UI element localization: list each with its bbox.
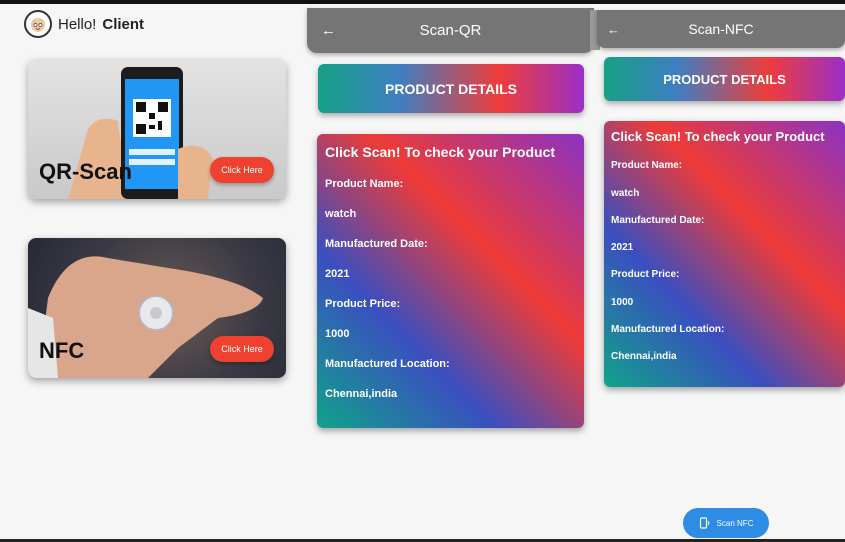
nfc-date-value: 2021 bbox=[611, 242, 634, 253]
greeting-text: Hello! bbox=[58, 15, 97, 33]
nfc-click-here-button[interactable]: Click Here bbox=[210, 336, 274, 362]
scan-nfc-title: Scan-NFC bbox=[688, 21, 754, 37]
nfc-product-name-label: Product Name: bbox=[611, 160, 683, 171]
scan-nfc-button[interactable]: Scan NFC bbox=[683, 508, 769, 538]
scan-nfc-label: Scan NFC bbox=[716, 518, 754, 528]
nfc-info-heading: Click Scan! To check your Product bbox=[611, 129, 825, 144]
nfc-product-name-value: watch bbox=[611, 188, 640, 199]
qr-click-here-button[interactable]: Click Here bbox=[210, 157, 274, 183]
qr-location-label: Manufactured Location: bbox=[325, 358, 450, 370]
nfc-location-value: Chennai,india bbox=[611, 351, 677, 362]
nfc-date-label: Manufactured Date: bbox=[611, 215, 705, 226]
top-border bbox=[0, 0, 845, 4]
qr-location-value: Chennai,india bbox=[325, 388, 398, 400]
qr-date-value: 2021 bbox=[325, 268, 350, 280]
avatar[interactable] bbox=[24, 10, 52, 38]
qr-product-name-value: watch bbox=[325, 208, 357, 220]
nfc-card[interactable]: NFC Click Here bbox=[28, 238, 286, 378]
nfc-label: NFC bbox=[39, 338, 85, 363]
nfc-product-info-card: Click Scan! To check your Product Produc… bbox=[604, 121, 845, 387]
nfc-price-label: Product Price: bbox=[611, 269, 680, 280]
nfc-price-value: 1000 bbox=[611, 297, 634, 308]
qr-date-label: Manufactured Date: bbox=[325, 238, 428, 250]
qr-product-info-card: Click Scan! To check your Product Produc… bbox=[317, 134, 584, 428]
qr-info-heading: Click Scan! To check your Product bbox=[325, 144, 556, 160]
user-name: Client bbox=[102, 15, 145, 33]
greeting-header: Hello! Client bbox=[24, 10, 144, 38]
qr-product-name-label: Product Name: bbox=[325, 178, 404, 190]
scan-qr-appbar: ← Scan-QR bbox=[307, 8, 594, 53]
qr-price-label: Product Price: bbox=[325, 298, 401, 310]
nfc-location-label: Manufactured Location: bbox=[611, 324, 725, 335]
back-arrow-icon[interactable]: ← bbox=[607, 22, 620, 37]
nfc-product-details-banner: PRODUCT DETAILS bbox=[604, 57, 845, 101]
nfc-phone-icon bbox=[699, 517, 709, 529]
qr-scan-label: QR-Scan bbox=[39, 159, 132, 184]
back-arrow-icon[interactable]: ← bbox=[321, 22, 336, 39]
qr-product-details-banner: PRODUCT DETAILS bbox=[318, 64, 584, 113]
qr-price-value: 1000 bbox=[325, 328, 350, 340]
face-icon bbox=[31, 18, 45, 32]
scan-nfc-appbar: ← Scan-NFC bbox=[597, 10, 845, 48]
qr-scan-card[interactable]: QR-Scan Click Here bbox=[28, 59, 286, 199]
scan-qr-title: Scan-QR bbox=[419, 22, 482, 39]
